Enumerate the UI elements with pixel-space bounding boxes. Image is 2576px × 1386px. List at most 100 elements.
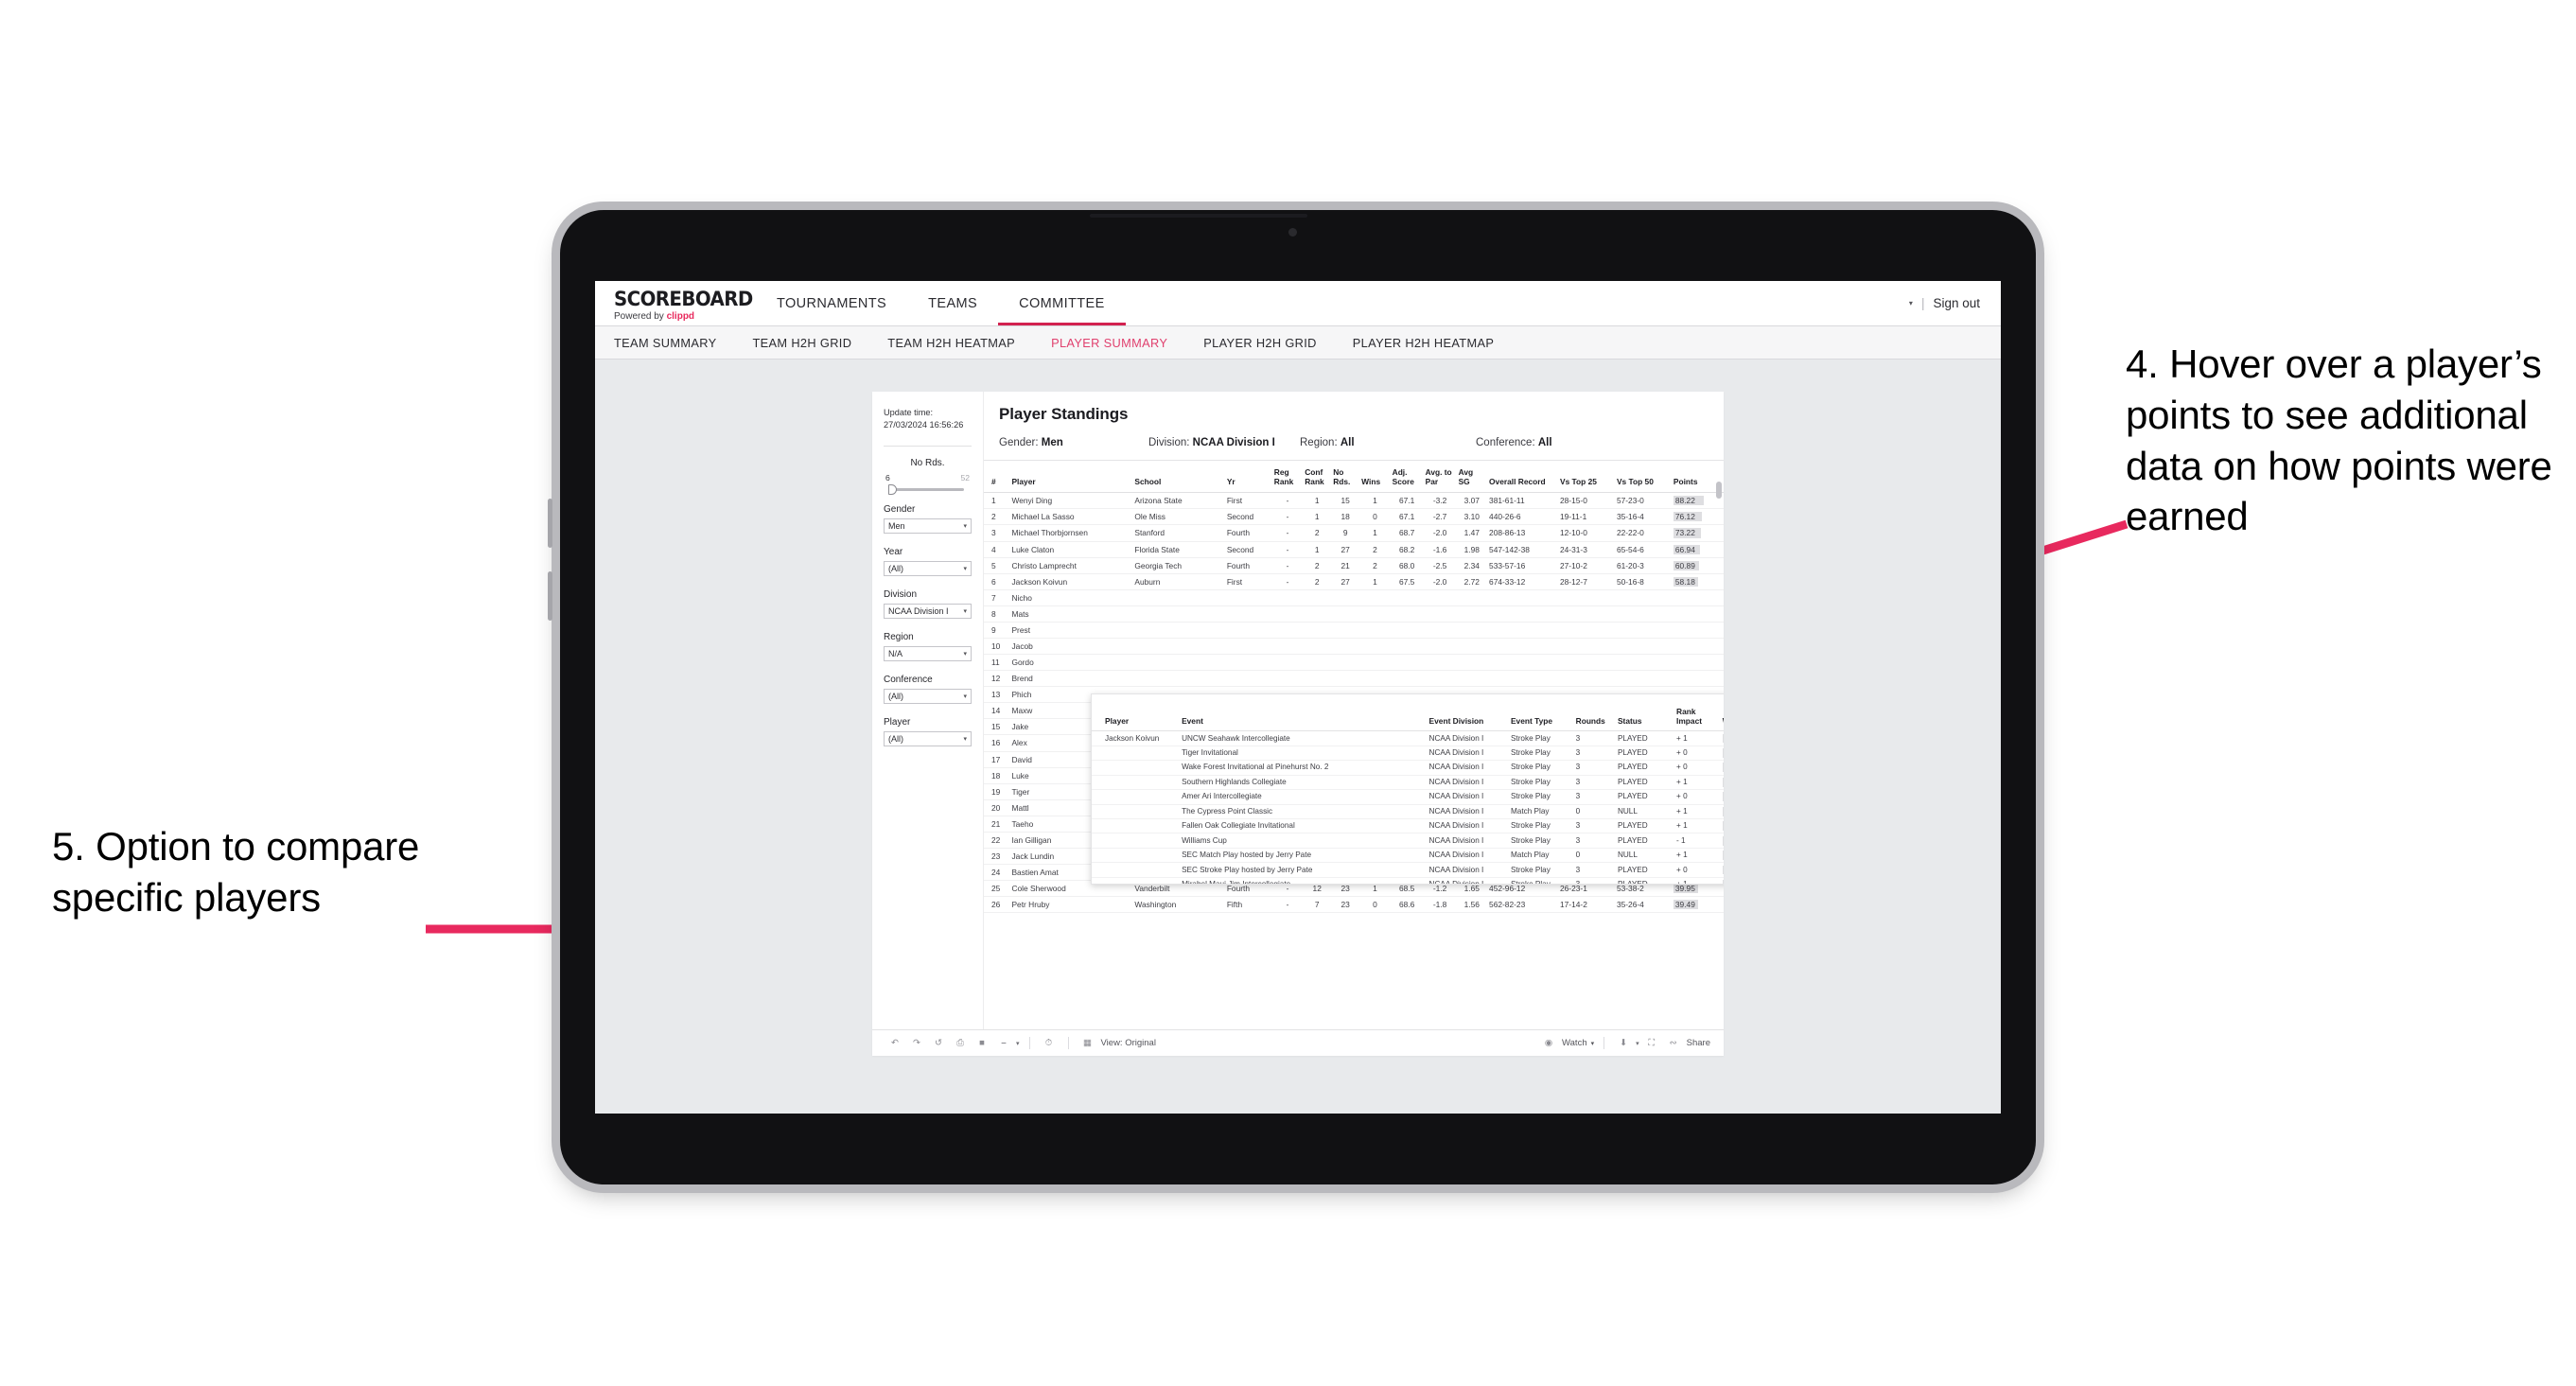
filter-gender-select[interactable]: Men ▾ xyxy=(884,518,972,534)
cell-rank: 22 xyxy=(984,832,1010,850)
table-row[interactable]: 11 Gordo xyxy=(984,654,1724,672)
col-player[interactable]: Player xyxy=(1009,461,1133,494)
cell-reg-rank xyxy=(1271,670,1304,688)
table-header: # Player School Yr Reg Rank Conf Rank No… xyxy=(984,461,1724,494)
col-wins[interactable]: Wins xyxy=(1359,461,1391,494)
filter-conference-select[interactable]: (All) ▾ xyxy=(884,688,972,704)
cell-overall-record: 381-61-11 xyxy=(1487,492,1558,510)
watch-button[interactable]: ◉ Watch ▾ xyxy=(1539,1034,1594,1053)
cell-year: Second xyxy=(1224,541,1272,558)
cell-points[interactable]: 39.49 xyxy=(1671,896,1724,914)
view-original-icon[interactable]: ⎯ xyxy=(994,1034,1013,1053)
table-row[interactable]: 1 Wenyi Ding Arizona State First -1 15 1 67.1 -3… xyxy=(984,492,1724,510)
table-row[interactable]: 2 Michael La Sasso Ole Miss Second -1 18 0 67.1… xyxy=(984,508,1724,526)
col-reg-rank[interactable]: Reg Rank xyxy=(1271,461,1304,494)
cell-adj-score: 68.0 xyxy=(1390,557,1424,574)
tab-team-summary[interactable]: TEAM SUMMARY xyxy=(614,336,716,350)
table-row[interactable]: 10 Jacob xyxy=(984,638,1724,656)
chevron-down-icon[interactable]: ▾ xyxy=(1016,1040,1020,1047)
cell-points[interactable] xyxy=(1671,638,1724,656)
tab-player-summary[interactable]: PLAYER SUMMARY xyxy=(1051,336,1167,350)
revert-icon[interactable]: ↺ xyxy=(929,1034,948,1053)
col-school[interactable]: School xyxy=(1132,461,1225,494)
cell-reg-rank: - xyxy=(1271,541,1304,558)
cell-points[interactable] xyxy=(1671,654,1724,672)
pause-updates-icon[interactable]: ■ xyxy=(973,1034,991,1053)
cell-rank: 6 xyxy=(984,573,1010,590)
cell-points[interactable] xyxy=(1671,622,1724,640)
col-avg-sg[interactable]: Avg SG xyxy=(1456,461,1488,494)
cell-player-name: Wenyi Ding xyxy=(1009,492,1133,510)
col-overall-record[interactable]: Overall Record xyxy=(1487,461,1558,494)
share-icon: ∾ xyxy=(1669,1038,1677,1048)
chevron-down-icon[interactable]: ▾ xyxy=(1909,299,1913,307)
cell-points[interactable]: 58.18 xyxy=(1671,573,1724,590)
col-conf-rank[interactable]: Conf Rank xyxy=(1303,461,1332,494)
tab-player-h2h-heatmap[interactable]: PLAYER H2H HEATMAP xyxy=(1353,336,1494,350)
tt-cell-rank-impact: + 1 xyxy=(1674,775,1721,791)
tab-team-h2h-heatmap[interactable]: TEAM H2H HEATMAP xyxy=(887,336,1015,350)
table-row[interactable]: 8 Mats xyxy=(984,605,1724,623)
col-vs-top-25[interactable]: Vs Top 25 xyxy=(1557,461,1615,494)
tt-cell-rounds: 3 xyxy=(1573,818,1616,834)
tab-team-h2h-grid[interactable]: TEAM H2H GRID xyxy=(752,336,851,350)
app-logo[interactable]: SCOREBOARD Powered by clippd xyxy=(595,281,756,325)
slider-handle[interactable] xyxy=(888,483,897,495)
nav-committee[interactable]: COMMITTEE xyxy=(998,281,1126,325)
undo-icon[interactable]: ↶ xyxy=(885,1034,904,1053)
redo-icon[interactable]: ↷ xyxy=(907,1034,926,1053)
nav-tournaments[interactable]: TOURNAMENTS xyxy=(756,281,907,325)
cell-rank: 8 xyxy=(984,605,1010,623)
col-year[interactable]: Yr xyxy=(1224,461,1272,494)
cell-points[interactable] xyxy=(1671,605,1724,623)
chevron-down-icon[interactable]: ▾ xyxy=(1636,1040,1639,1047)
filter-gender-label: Gender xyxy=(884,503,916,515)
table-row[interactable]: 9 Prest xyxy=(984,622,1724,640)
table-row[interactable]: 6 Jackson Koivun Auburn First -2 27 1 67.5 -2.0 2… xyxy=(984,573,1724,590)
table-row[interactable]: 5 Christo Lamprecht Georgia Tech Fourth -2 21… xyxy=(984,557,1724,574)
annotation-step-5: 5. Option to compare specific players xyxy=(52,824,420,920)
vertical-scrollbar[interactable] xyxy=(1716,482,1722,499)
table-row[interactable]: 7 Nicho xyxy=(984,589,1724,606)
history-icon[interactable]: ⏱ xyxy=(1040,1034,1059,1053)
view-original-button[interactable]: ▦ View: Original xyxy=(1078,1034,1156,1053)
cell-adj-score xyxy=(1390,638,1424,656)
tt-cell-player xyxy=(1092,848,1181,864)
tab-player-h2h-grid[interactable]: PLAYER H2H GRID xyxy=(1203,336,1317,350)
col-adj-score[interactable]: Adj. Score xyxy=(1390,461,1424,494)
table-row[interactable]: 26 Petr Hruby Washington Fifth -7 23 0 68.6 -1.8… xyxy=(984,896,1724,914)
w-points-bar: 47.57 xyxy=(1722,792,1724,802)
cell-points[interactable]: 76.12 xyxy=(1671,508,1724,526)
filter-region-select[interactable]: N/A ▾ xyxy=(884,645,972,661)
logo-brand-name: clippd xyxy=(666,311,695,322)
filter-player-label: Player xyxy=(884,716,911,728)
cell-points[interactable]: 66.94 xyxy=(1671,541,1724,558)
col-avg-to-par[interactable]: Avg. to Par xyxy=(1423,461,1457,494)
tt-cell-event: SEC Stroke Play hosted by Jerry Pate xyxy=(1180,862,1428,878)
cell-points[interactable]: 73.22 xyxy=(1671,524,1724,542)
download-icon[interactable]: ⬇ xyxy=(1614,1034,1633,1053)
cell-adj-score xyxy=(1390,622,1424,640)
cell-vs-top-50 xyxy=(1614,589,1672,606)
nav-teams[interactable]: TEAMS xyxy=(907,281,998,325)
col-no-rounds[interactable]: No Rds. xyxy=(1331,461,1360,494)
refresh-icon[interactable]: ⎙ xyxy=(951,1034,970,1053)
cell-player-name: Luke Claton xyxy=(1009,541,1133,558)
cell-reg-rank xyxy=(1271,622,1304,640)
filter-division-select[interactable]: NCAA Division I ▾ xyxy=(884,603,972,619)
cell-points[interactable] xyxy=(1671,589,1724,606)
table-row[interactable]: 3 Michael Thorbjornsen Stanford Fourth -2 9 1 6… xyxy=(984,524,1724,542)
share-button[interactable]: ∾ Share xyxy=(1664,1034,1710,1053)
table-row[interactable]: 4 Luke Claton Florida State Second -1 27 2 68.2… xyxy=(984,541,1724,558)
col-rank[interactable]: # xyxy=(984,461,1010,494)
no-rounds-slider[interactable] xyxy=(888,483,964,495)
cell-points[interactable]: 60.89 xyxy=(1671,557,1724,574)
sign-out-link[interactable]: Sign out xyxy=(1933,296,1980,310)
fullscreen-icon[interactable]: ⛶ xyxy=(1642,1034,1661,1053)
filter-player-select[interactable]: (All) ▾ xyxy=(884,730,972,746)
col-vs-top-50[interactable]: Vs Top 50 xyxy=(1614,461,1672,494)
filter-year-select[interactable]: (All) ▾ xyxy=(884,560,972,576)
cell-school: Georgia Tech xyxy=(1132,557,1225,574)
table-row[interactable]: 12 Brend xyxy=(984,670,1724,688)
cell-points[interactable] xyxy=(1671,670,1724,688)
